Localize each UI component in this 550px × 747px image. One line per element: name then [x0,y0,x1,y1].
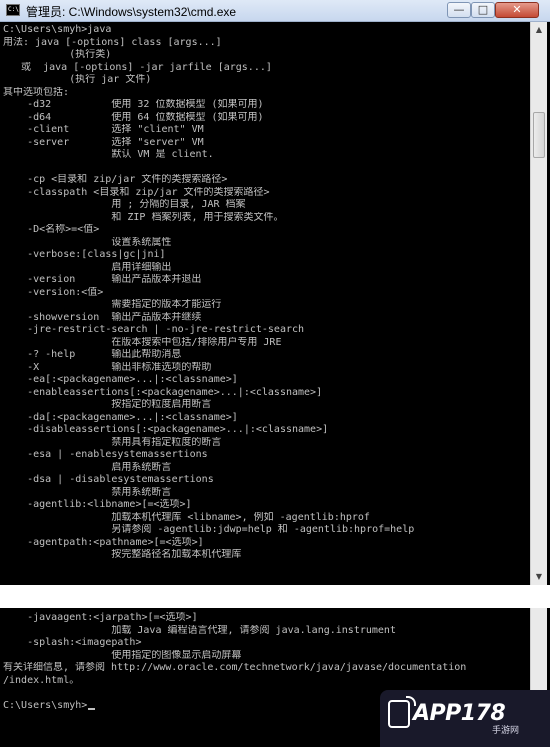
console-line: 加载本机代理库 <libname>, 例如 -agentlib:hprof [3,511,370,523]
console-line: -client 选择 "client" VM [3,124,204,135]
console-line: (执行类) [3,49,112,60]
maximize-button[interactable]: □ [471,2,495,18]
console-line: /index.html。 [3,674,80,686]
title-bar[interactable]: 管理员: C:\Windows\system32\cmd.exe — □ ✕ [0,0,550,22]
console-line: 或 java [-options] -jar jarfile [args...] [3,61,272,73]
console-line: -dsa | -disablesystemassertions [3,474,214,485]
minimize-button[interactable]: — [447,2,471,18]
console-line: -d64 使用 64 位数据模型 (如果可用) [3,111,264,123]
phone-signal-icon [388,696,416,728]
console-line: -disableassertions[:<packagename>...|:<c… [3,424,329,435]
console-line: -esa | -enablesystemassertions [3,449,208,460]
prompt-text: C:\Users\smyh> [3,699,88,711]
console-line: -version:<值> [3,286,104,298]
text-cursor [88,707,96,710]
console-line: 加载 Java 编程语言代理, 请参阅 java.lang.instrument [3,624,396,636]
console-line: -X 输出非标准选项的帮助 [3,361,212,373]
window-title: 管理员: C:\Windows\system32\cmd.exe [26,5,237,19]
scroll-down-arrow-icon[interactable]: ▼ [532,570,546,584]
console-line: 需要指定的版本才能运行 [3,299,222,310]
close-button[interactable]: ✕ [495,2,539,18]
console-line: 其中选项包括: [3,86,70,98]
console-line: -verbose:[class|gc|jni] [3,249,166,260]
console-line: -javaagent:<jarpath>[=<选项>] [3,612,198,623]
console-line: -? -help 输出此帮助消息 [3,349,182,360]
console-line: -ea[:<packagename>...|:<classname>] [3,374,238,385]
console-line: 使用指定的图像显示启动屏幕 [3,649,242,661]
console-line: -D<名称>=<值> [3,224,100,235]
console-line: 设置系统属性 [3,236,172,248]
console-line: -enableassertions[:<packagename>...|:<cl… [3,386,323,398]
console-line: 默认 VM 是 client. [3,149,214,160]
console-line: -splash:<imagepath> [3,637,142,648]
cmd-app-icon[interactable] [6,4,20,16]
scroll-up-arrow-icon[interactable]: ▲ [532,23,546,37]
cmd-window: 管理员: C:\Windows\system32\cmd.exe — □ ✕ C… [0,0,550,585]
console-line: 启用详细输出 [3,261,172,273]
console-line: 在版本搜索中包括/排除用户专用 JRE [3,336,282,348]
console-line: 禁用具有指定粒度的断言 [3,436,222,448]
console-line: 按完整路径名加载本机代理库 [3,549,242,560]
console-line: -showversion 输出产品版本并继续 [3,311,202,323]
console-line: -agentpath:<pathname>[=<选项>] [3,536,204,548]
console-line: -cp <目录和 zip/jar 文件的类搜索路径> [3,174,228,185]
screenshot: 管理员: C:\Windows\system32\cmd.exe — □ ✕ C… [0,0,550,747]
app178-watermark: APP178 手游网 [380,690,550,747]
console-line: 启用系统断言 [3,461,172,473]
console-line: 和 ZIP 档案列表, 用于搜索类文件。 [3,211,284,223]
console-line: 有关详细信息, 请参阅 http://www.oracle.com/techne… [3,662,467,673]
vertical-scrollbar[interactable]: ▲ ▼ [530,22,547,585]
console-line: -classpath <目录和 zip/jar 文件的类搜索路径> [3,186,270,198]
console-line: -server 选择 "server" VM [3,136,204,148]
watermark-sub: 手游网 [492,726,520,736]
console-line: 用法: java [-options] class [args...] [3,36,222,48]
console-line: 按指定的粒度启用断言 [3,399,212,410]
console-line: -jre-restrict-search | -no-jre-restrict-… [3,324,305,335]
console-line: 用 ; 分隔的目录, JAR 档案 [3,199,246,210]
console-line: -version 输出产品版本并退出 [3,274,202,285]
console-output[interactable]: C:\Users\smyh>java 用法: java [-options] c… [3,24,523,582]
console-line: 禁用系统断言 [3,486,172,498]
console-line: (执行 jar 文件) [3,74,152,85]
console-line: -da[:<packagename>...|:<classname>] [3,411,238,423]
console-line: 另请参阅 -agentlib:jdwp=help 和 -agentlib:hpr… [3,524,415,535]
console-line: C:\Users\smyh>java [3,24,112,35]
scroll-thumb[interactable] [533,112,545,158]
console-line: -d32 使用 32 位数据模型 (如果可用) [3,99,264,110]
console-line: -agentlib:<libname>[=<选项>] [3,499,192,510]
